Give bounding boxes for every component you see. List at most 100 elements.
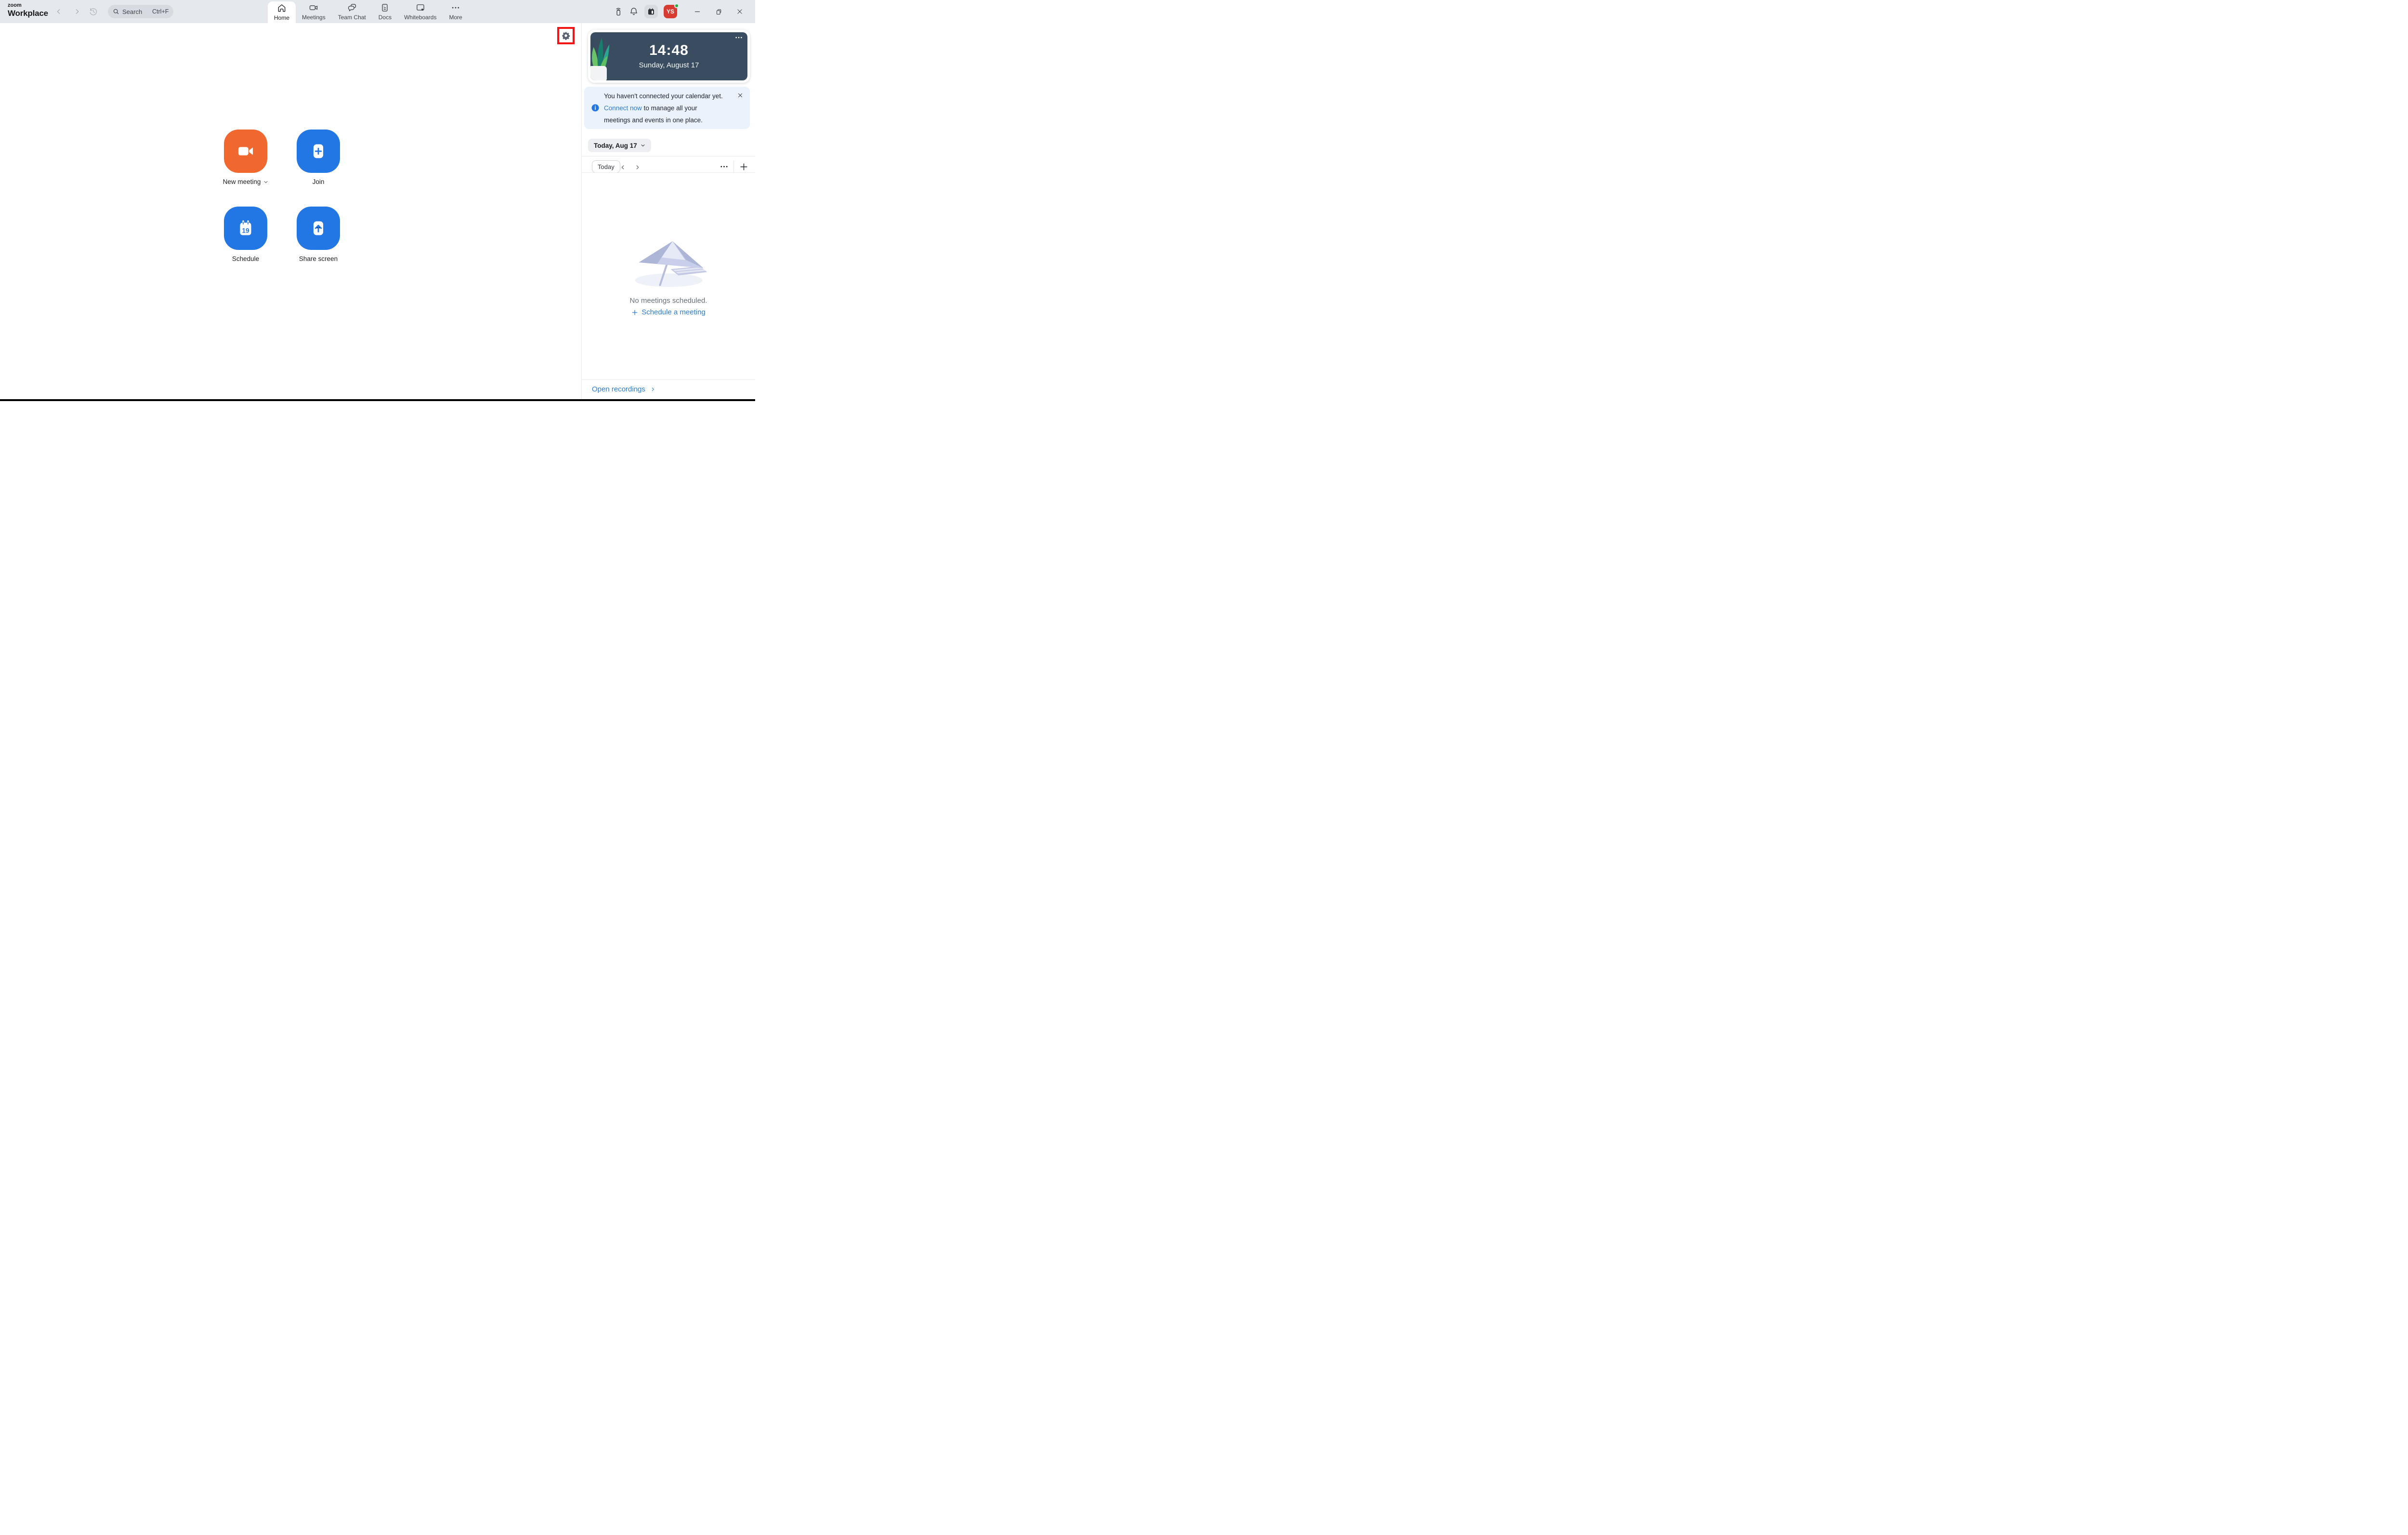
new-meeting-button[interactable]: New meeting [222,130,268,185]
window-controls [687,0,750,23]
close-button[interactable] [729,0,750,23]
search-shortcut: Ctrl+F [152,8,169,15]
connect-now-link[interactable]: Connect now [604,104,642,112]
history-clock-icon [90,8,97,15]
schedule-meeting-link[interactable]: Schedule a meeting [582,308,755,316]
quick-actions: New meeting Join 19 Schedule Share scree… [222,130,340,262]
calendar-icon [648,8,654,15]
presence-status-dot [674,3,679,8]
new-meeting-label: New meeting [222,178,261,185]
tab-docs[interactable]: Docs [372,0,398,23]
plus-icon [740,163,747,170]
banner-close-button[interactable] [736,91,744,99]
tab-docs-label: Docs [378,13,392,21]
tab-more[interactable]: More [443,0,468,23]
banner-text: You haven't connected your calendar yet.… [604,90,723,126]
join-label: Join [312,178,325,185]
add-meeting-button[interactable] [739,162,748,171]
whiteboard-icon [417,4,424,11]
tab-whiteboards[interactable]: Whiteboards [398,0,443,23]
schedule-meeting-link-label: Schedule a meeting [641,308,706,316]
clock-date: Sunday, August 17 [639,61,699,69]
history-button[interactable] [89,7,98,16]
settings-highlight-box [557,27,575,44]
clock-card-inner: 14:48 Sunday, August 17 [590,32,747,80]
forward-button[interactable] [72,7,82,16]
ellipsis-icon [720,166,728,168]
calendar-button[interactable] [644,5,658,18]
close-icon [737,9,742,14]
clock-card-menu-button[interactable] [735,36,743,39]
divider [582,379,755,380]
document-icon [382,3,388,12]
plus-icon [632,310,638,315]
agenda-toolbar-right [720,160,748,173]
calendar-19-icon: 19 [240,220,251,235]
schedule-label: Schedule [232,255,260,262]
schedule-button[interactable]: 19 Schedule [224,207,267,262]
plant-illustration [590,38,610,80]
banner-line1: You haven't connected your calendar yet. [604,92,723,100]
today-button-label: Today [598,163,615,170]
clock-card: 14:48 Sunday, August 17 [588,30,750,83]
open-recordings-link[interactable]: Open recordings [592,385,655,393]
screen-bottom-edge [0,399,755,401]
next-day-button[interactable] [633,163,641,171]
share-screen-button[interactable]: Share screen [297,207,340,262]
chat-bubbles-icon [348,3,356,11]
tab-home[interactable]: Home [268,1,296,23]
search-icon [113,9,119,14]
gear-icon [562,32,570,40]
companion-devices-button[interactable] [611,4,626,19]
devices-icon [616,8,621,16]
chevron-down-icon[interactable] [263,180,268,184]
share-screen-tile[interactable] [297,207,340,250]
calendar-connect-banner: You haven't connected your calendar yet.… [584,87,750,129]
main-tabs: Home Meetings Team Chat Docs Whiteboards… [268,0,469,23]
tab-team-chat[interactable]: Team Chat [332,0,372,23]
tab-meetings-label: Meetings [302,13,326,21]
tab-more-label: More [449,13,462,21]
schedule-tile[interactable]: 19 [224,207,267,250]
settings-button[interactable] [561,31,571,40]
join-tile[interactable] [297,130,340,173]
chevron-left-icon [621,165,624,169]
app-logo-workplace: Workplace [8,9,48,18]
restore-icon [716,9,721,14]
home-content: New meeting Join 19 Schedule Share scree… [0,23,581,399]
back-button[interactable] [54,7,64,16]
today-button[interactable]: Today [592,160,620,173]
date-selector-button[interactable]: Today, Aug 17 [588,139,651,152]
minimize-icon [694,11,700,12]
empty-state-message: No meetings scheduled. [629,297,707,305]
chevron-left-icon [57,9,60,14]
divider [733,161,734,172]
search-input[interactable] [122,8,152,15]
new-meeting-tile[interactable] [224,130,267,173]
previous-day-button[interactable] [618,163,627,171]
arrow-up-icon [313,221,324,235]
video-camera-icon [238,147,253,156]
search-bar[interactable]: Ctrl+F [108,5,173,18]
titlebar-right-cluster: YS [611,0,750,23]
tab-home-label: Home [274,14,290,21]
open-recordings-label: Open recordings [592,385,645,393]
tab-meetings[interactable]: Meetings [296,0,332,23]
agenda-more-button[interactable] [720,165,728,168]
beach-umbrella-illustration [635,241,707,287]
share-screen-label: Share screen [299,255,338,262]
chevron-right-icon [76,9,79,14]
join-button[interactable]: Join [297,130,340,185]
maximize-button[interactable] [708,0,729,23]
notifications-button[interactable] [626,4,641,19]
info-icon [591,104,599,112]
clock-time: 14:48 [649,42,689,58]
app-logo-zoom: zoom [8,2,22,8]
close-icon [738,93,742,97]
tab-whiteboards-label: Whiteboards [404,13,437,21]
bell-icon [630,8,637,15]
avatar-initials: YS [666,8,674,15]
minimize-button[interactable] [687,0,708,23]
avatar[interactable]: YS [664,3,679,18]
chevron-right-icon [636,165,639,169]
